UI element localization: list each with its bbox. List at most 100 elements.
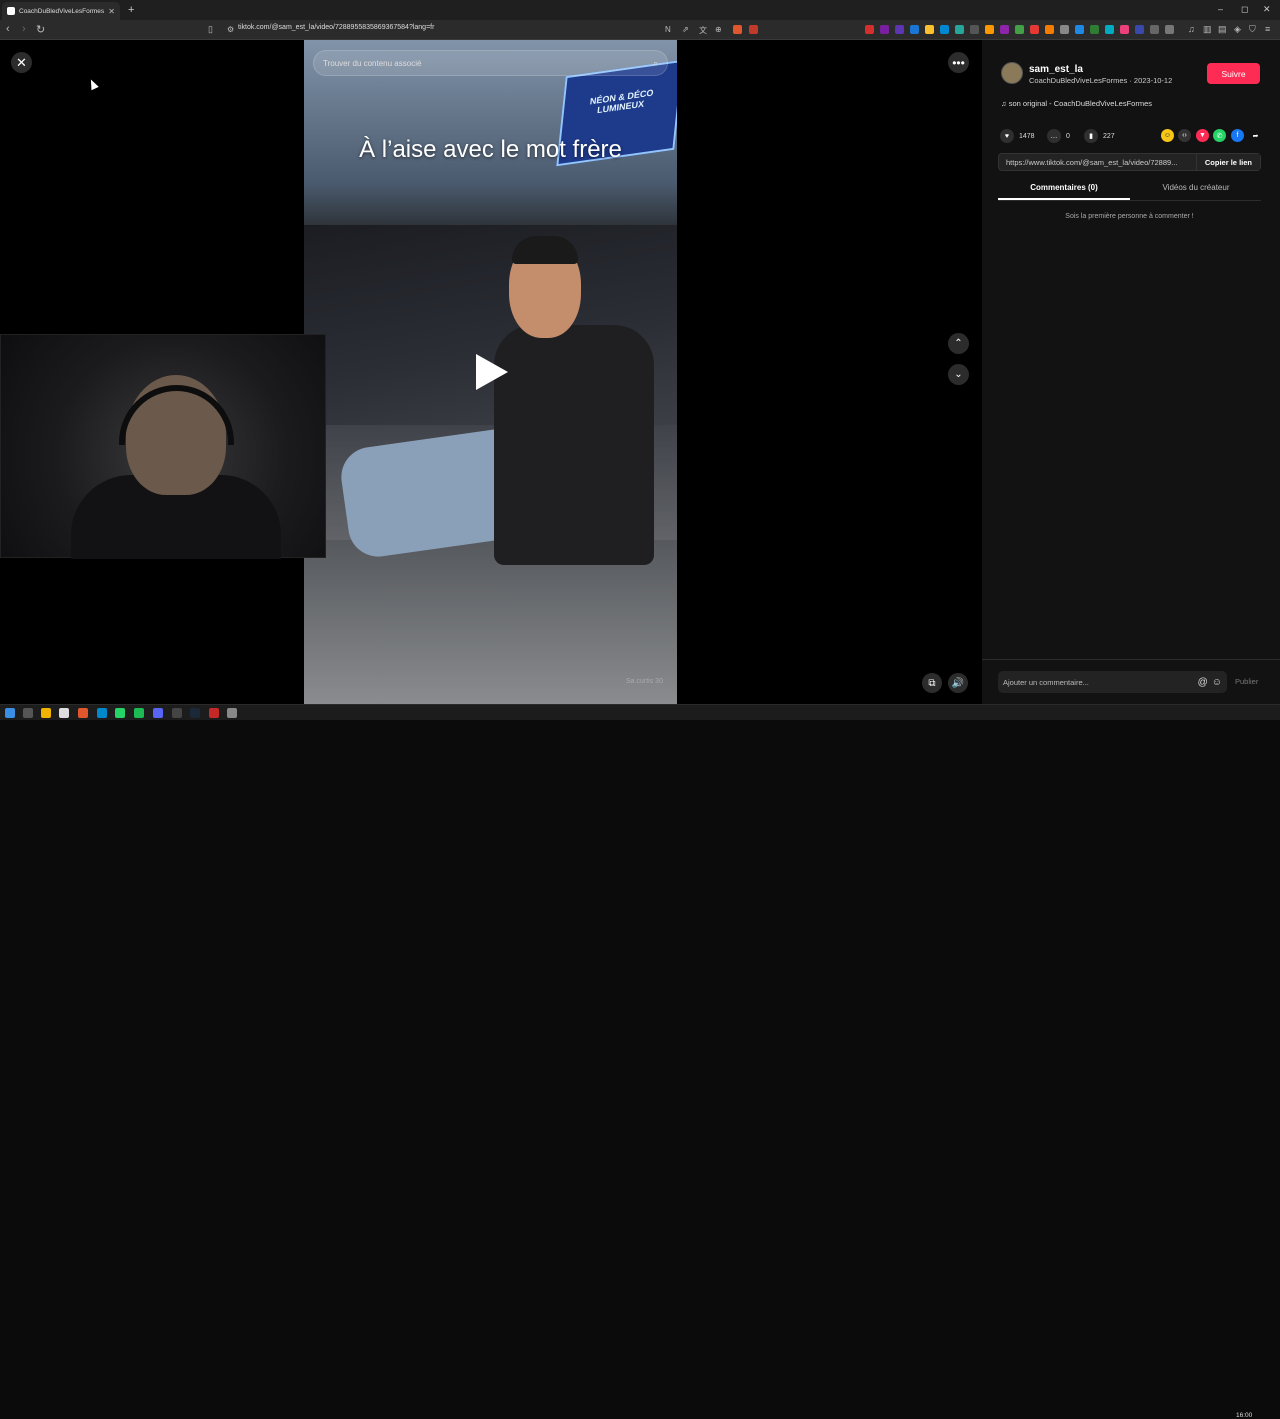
code-icon[interactable]: ‹›: [1178, 129, 1191, 142]
sidebar-icon[interactable]: ▥: [1203, 24, 1212, 35]
publish-button[interactable]: Publier: [1235, 677, 1258, 686]
previous-video-button[interactable]: ⌃: [948, 333, 969, 354]
facebook-icon[interactable]: f: [1231, 129, 1244, 142]
address-bar[interactable]: tiktok.com/@sam_est_la/video/72889558358…: [238, 24, 434, 31]
heart-icon[interactable]: ♥: [1000, 129, 1014, 143]
comment-box[interactable]: @ ☺: [998, 671, 1227, 693]
rewards-icon[interactable]: [749, 25, 758, 34]
whatsapp-taskbar-icon[interactable]: [115, 708, 125, 718]
discord-icon[interactable]: [153, 708, 163, 718]
share-arrow-icon[interactable]: ➦: [1249, 129, 1262, 142]
extension-icon[interactable]: [880, 25, 889, 34]
extension-icon[interactable]: [1030, 25, 1039, 34]
brave-icon[interactable]: [78, 708, 88, 718]
spotify-icon[interactable]: [134, 708, 144, 718]
app-icon[interactable]: [97, 708, 107, 718]
like-count: 1478: [1019, 132, 1035, 140]
avatar[interactable]: [1001, 62, 1023, 84]
music-info[interactable]: ♫ son original - CoachDuBledViveLesForme…: [1001, 99, 1152, 108]
vpn-icon[interactable]: ◈: [1234, 24, 1241, 35]
extension-icon[interactable]: [1165, 25, 1174, 34]
video-link[interactable]: https://www.tiktok.com/@sam_est_la/video…: [999, 158, 1196, 167]
extension-icon[interactable]: [1075, 25, 1084, 34]
bookmark-icon[interactable]: ▯: [208, 24, 213, 35]
clock[interactable]: 16:00: [1236, 1412, 1252, 1419]
forward-icon[interactable]: ›: [22, 23, 26, 35]
brave-shield-icon[interactable]: [733, 25, 742, 34]
extension-icon[interactable]: [955, 25, 964, 34]
tab-creator-videos[interactable]: Vidéos du créateur: [1130, 183, 1262, 192]
shield-icon[interactable]: ⛉: [1249, 24, 1256, 35]
app-icon[interactable]: [227, 708, 237, 718]
file-explorer-icon[interactable]: [41, 708, 51, 718]
extension-icon[interactable]: [1105, 25, 1114, 34]
music-icon[interactable]: ♫: [1188, 24, 1195, 34]
extension-icon[interactable]: [1000, 25, 1009, 34]
site-info-icon[interactable]: ⚙: [227, 25, 234, 34]
extension-icon[interactable]: [865, 25, 874, 34]
extension-icon[interactable]: [1135, 25, 1144, 34]
tab-comments[interactable]: Commentaires (0): [998, 183, 1130, 192]
browser-tab[interactable]: CoachDuBledViveLesFormes ✕: [2, 2, 120, 20]
save-stat[interactable]: ▮ 227: [1084, 129, 1115, 143]
related-search-input[interactable]: [323, 58, 653, 68]
start-icon[interactable]: [5, 708, 15, 718]
reader-icon[interactable]: N: [665, 25, 671, 34]
whatsapp-icon[interactable]: ✆: [1213, 129, 1226, 142]
extension-icon[interactable]: [1120, 25, 1129, 34]
browser-toolbar: ‹ › ↻ ▯ ⚙ tiktok.com/@sam_est_la/video/7…: [0, 20, 1280, 40]
search-icon[interactable]: ⌕: [653, 58, 658, 69]
extension-icon[interactable]: [1090, 25, 1099, 34]
extension-icon[interactable]: [1150, 25, 1159, 34]
close-viewer-button[interactable]: ✕: [11, 52, 32, 73]
comment-stat[interactable]: … 0: [1047, 129, 1070, 143]
menu-icon[interactable]: ≡: [1265, 24, 1270, 34]
creator-username[interactable]: sam_est_la: [1029, 64, 1083, 75]
share-page-icon[interactable]: ⇗: [682, 25, 689, 34]
more-options-button[interactable]: •••: [948, 52, 969, 73]
obs-icon[interactable]: [172, 708, 182, 718]
play-icon[interactable]: [476, 354, 508, 390]
video-watermark: Sa.curtis 30: [626, 678, 663, 685]
tab-close-icon[interactable]: ✕: [108, 7, 115, 16]
extension-icon[interactable]: [910, 25, 919, 34]
minimize-icon[interactable]: –: [1218, 4, 1223, 14]
volume-icon[interactable]: 🔊: [948, 673, 968, 693]
video-player[interactable]: NÉON & DÉCOLUMINEUX ⌕ À l’aise avec le m…: [304, 40, 677, 705]
tiktok-icon[interactable]: ▼: [1196, 129, 1209, 142]
steam-icon[interactable]: [190, 708, 200, 718]
zoom-icon[interactable]: ⊕: [715, 25, 722, 34]
new-tab-button[interactable]: +: [128, 4, 134, 16]
window-close-icon[interactable]: ✕: [1263, 4, 1271, 15]
emoji-icon[interactable]: ☺: [1212, 677, 1222, 688]
extension-icon[interactable]: [970, 25, 979, 34]
follow-button[interactable]: Suivre: [1207, 63, 1260, 84]
wallet-icon[interactable]: ▤: [1218, 24, 1227, 35]
extension-icon[interactable]: [925, 25, 934, 34]
maximize-icon[interactable]: ◻: [1241, 4, 1248, 15]
bookmark-icon[interactable]: ▮: [1084, 129, 1098, 143]
like-stat[interactable]: ♥ 1478: [1000, 129, 1035, 143]
extension-icon[interactable]: [1015, 25, 1024, 34]
next-video-button[interactable]: ⌄: [948, 364, 969, 385]
mention-icon[interactable]: @: [1198, 677, 1208, 688]
app-icon[interactable]: [209, 708, 219, 718]
extension-icon[interactable]: [940, 25, 949, 34]
extension-icon[interactable]: [985, 25, 994, 34]
related-search-bar[interactable]: ⌕: [313, 50, 668, 76]
creator-meta: CoachDuBledViveLesFormes · 2023-10-12: [1029, 76, 1173, 85]
picture-in-picture-icon[interactable]: ⧉: [922, 673, 942, 693]
copy-link-button[interactable]: Copier le lien: [1195, 154, 1260, 170]
embed-icon[interactable]: ☺: [1161, 129, 1174, 142]
translate-icon[interactable]: 文: [699, 25, 707, 36]
comment-icon[interactable]: …: [1047, 129, 1061, 143]
extension-icon[interactable]: [895, 25, 904, 34]
extension-icon[interactable]: [1060, 25, 1069, 34]
reload-icon[interactable]: ↻: [36, 23, 45, 36]
app-icon[interactable]: [59, 708, 69, 718]
extension-icon[interactable]: [1045, 25, 1054, 34]
comment-input[interactable]: [1003, 677, 1194, 687]
empty-comments-message: Sois la première personne à commenter !: [1065, 213, 1194, 220]
back-icon[interactable]: ‹: [6, 23, 10, 35]
search-taskbar-icon[interactable]: [23, 708, 33, 718]
